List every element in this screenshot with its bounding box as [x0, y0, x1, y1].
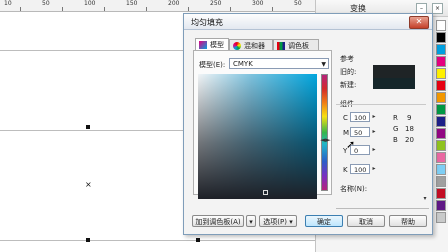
new-color-label: 新建: [340, 81, 357, 89]
selection-handle[interactable] [196, 238, 200, 242]
yellow-stepper[interactable]: ▸ [371, 145, 377, 155]
name-label: 名称(N): [340, 185, 368, 193]
chevron-down-icon: ▾ [249, 218, 253, 226]
palette-swatch[interactable] [436, 32, 446, 43]
black-stepper[interactable]: ▸ [371, 164, 377, 174]
add-to-palette-button[interactable]: 加到调色板(A) [192, 215, 244, 227]
ok-label: 确定 [317, 218, 331, 226]
palette-swatch[interactable] [436, 68, 446, 79]
center-x-icon[interactable]: × [85, 181, 92, 189]
help-button[interactable]: 帮助 [389, 215, 427, 227]
help-label: 帮助 [401, 218, 415, 226]
chevron-down-icon: ▼ [321, 61, 326, 68]
blue-value: 20 [405, 136, 414, 144]
ruler-tick: 200 [168, 0, 180, 7]
green-value: 18 [405, 125, 414, 133]
model-icon [199, 41, 207, 49]
palette-swatch[interactable] [436, 128, 446, 139]
ruler-tick: 50 [294, 0, 302, 7]
palette-swatch[interactable] [436, 80, 446, 91]
new-color-swatch [373, 78, 415, 89]
docker-close-icon[interactable]: × [432, 3, 443, 14]
add-to-palette-label: 加到调色板(A) [195, 218, 241, 226]
dialog-title: 均匀填充 [191, 18, 223, 27]
palette-icon [277, 42, 285, 50]
model-select[interactable]: CMYK ▼ [229, 58, 329, 69]
magenta-input[interactable]: 50 [350, 127, 370, 137]
palette-swatch[interactable] [436, 200, 446, 211]
cyan-label: C [343, 114, 348, 122]
ruler-tick: 300 [252, 0, 264, 7]
black-input[interactable]: 100 [350, 164, 370, 174]
ruler-tick: 50 [42, 0, 50, 7]
red-label: R [393, 114, 398, 122]
palette-swatch[interactable] [436, 20, 446, 31]
options-button[interactable]: 选项(P) ▾ [259, 215, 297, 227]
ruler-tick: 100 [84, 0, 96, 7]
dialog-titlebar[interactable]: 均匀填充 ✕ [184, 14, 432, 30]
chevron-down-icon: ▾ [289, 218, 293, 226]
tab-label: 混和器 [244, 42, 265, 50]
black-label: K [343, 166, 348, 174]
add-to-palette-dropdown-button[interactable]: ▾ [246, 215, 256, 227]
old-color-label: 旧的: [340, 68, 357, 76]
palette-swatch[interactable] [436, 152, 446, 163]
components-divider [336, 104, 426, 105]
magenta-stepper[interactable]: ▸ [371, 127, 377, 137]
mouse-cursor-icon: ➚ [346, 138, 356, 151]
palette-swatch[interactable] [436, 188, 446, 199]
magenta-label: M [343, 129, 350, 137]
palette-swatch[interactable] [436, 140, 446, 151]
close-icon[interactable]: ✕ [409, 16, 429, 29]
tab-label: 调色板 [288, 42, 309, 50]
ruler-tick: 10 [4, 0, 12, 7]
palette-swatch[interactable] [436, 176, 446, 187]
cancel-label: 取消 [359, 218, 373, 226]
page-border-bottom [0, 240, 315, 241]
selection-handle[interactable] [86, 238, 90, 242]
tab-label: 模型 [210, 41, 224, 49]
hue-slider[interactable] [321, 74, 328, 191]
palette-swatch[interactable] [436, 44, 446, 55]
cyan-input[interactable]: 100 [350, 112, 370, 122]
ruler-tick: 250 [210, 0, 222, 7]
green-label: G [393, 125, 399, 133]
blue-label: B [393, 136, 398, 144]
uniform-fill-dialog: 均匀填充 ✕ 模型 混和器 调色板 模型(E): CMYK ▼ ◄► 参考 旧的… [183, 13, 433, 235]
reference-header: 参考 [340, 55, 354, 63]
palette-swatch[interactable] [436, 92, 446, 103]
palette-swatch[interactable] [436, 116, 446, 127]
palette-swatch[interactable] [436, 56, 446, 67]
ruler-tick: 150 [126, 0, 138, 7]
old-color-swatch [373, 65, 415, 78]
mixer-icon [233, 42, 241, 50]
color-picker-handle[interactable] [263, 190, 268, 195]
model-value: CMYK [233, 60, 253, 68]
ok-button[interactable]: 确定 [305, 215, 343, 227]
red-value: 9 [407, 114, 412, 122]
model-label: 模型(E): [199, 61, 226, 69]
selection-handle[interactable] [86, 125, 90, 129]
options-label: 选项(P) [263, 218, 287, 226]
cancel-button[interactable]: 取消 [347, 215, 385, 227]
palette-swatch[interactable] [436, 212, 446, 223]
name-field[interactable] [336, 202, 429, 209]
hue-slider-handle-icon[interactable]: ◄► [320, 136, 331, 144]
palette-swatch[interactable] [436, 164, 446, 175]
name-chevron-down-icon[interactable]: ▾ [422, 194, 428, 204]
color-palette [434, 20, 448, 224]
cyan-stepper[interactable]: ▸ [371, 112, 377, 122]
palette-swatch[interactable] [436, 104, 446, 115]
color-spectrum[interactable] [198, 74, 317, 199]
